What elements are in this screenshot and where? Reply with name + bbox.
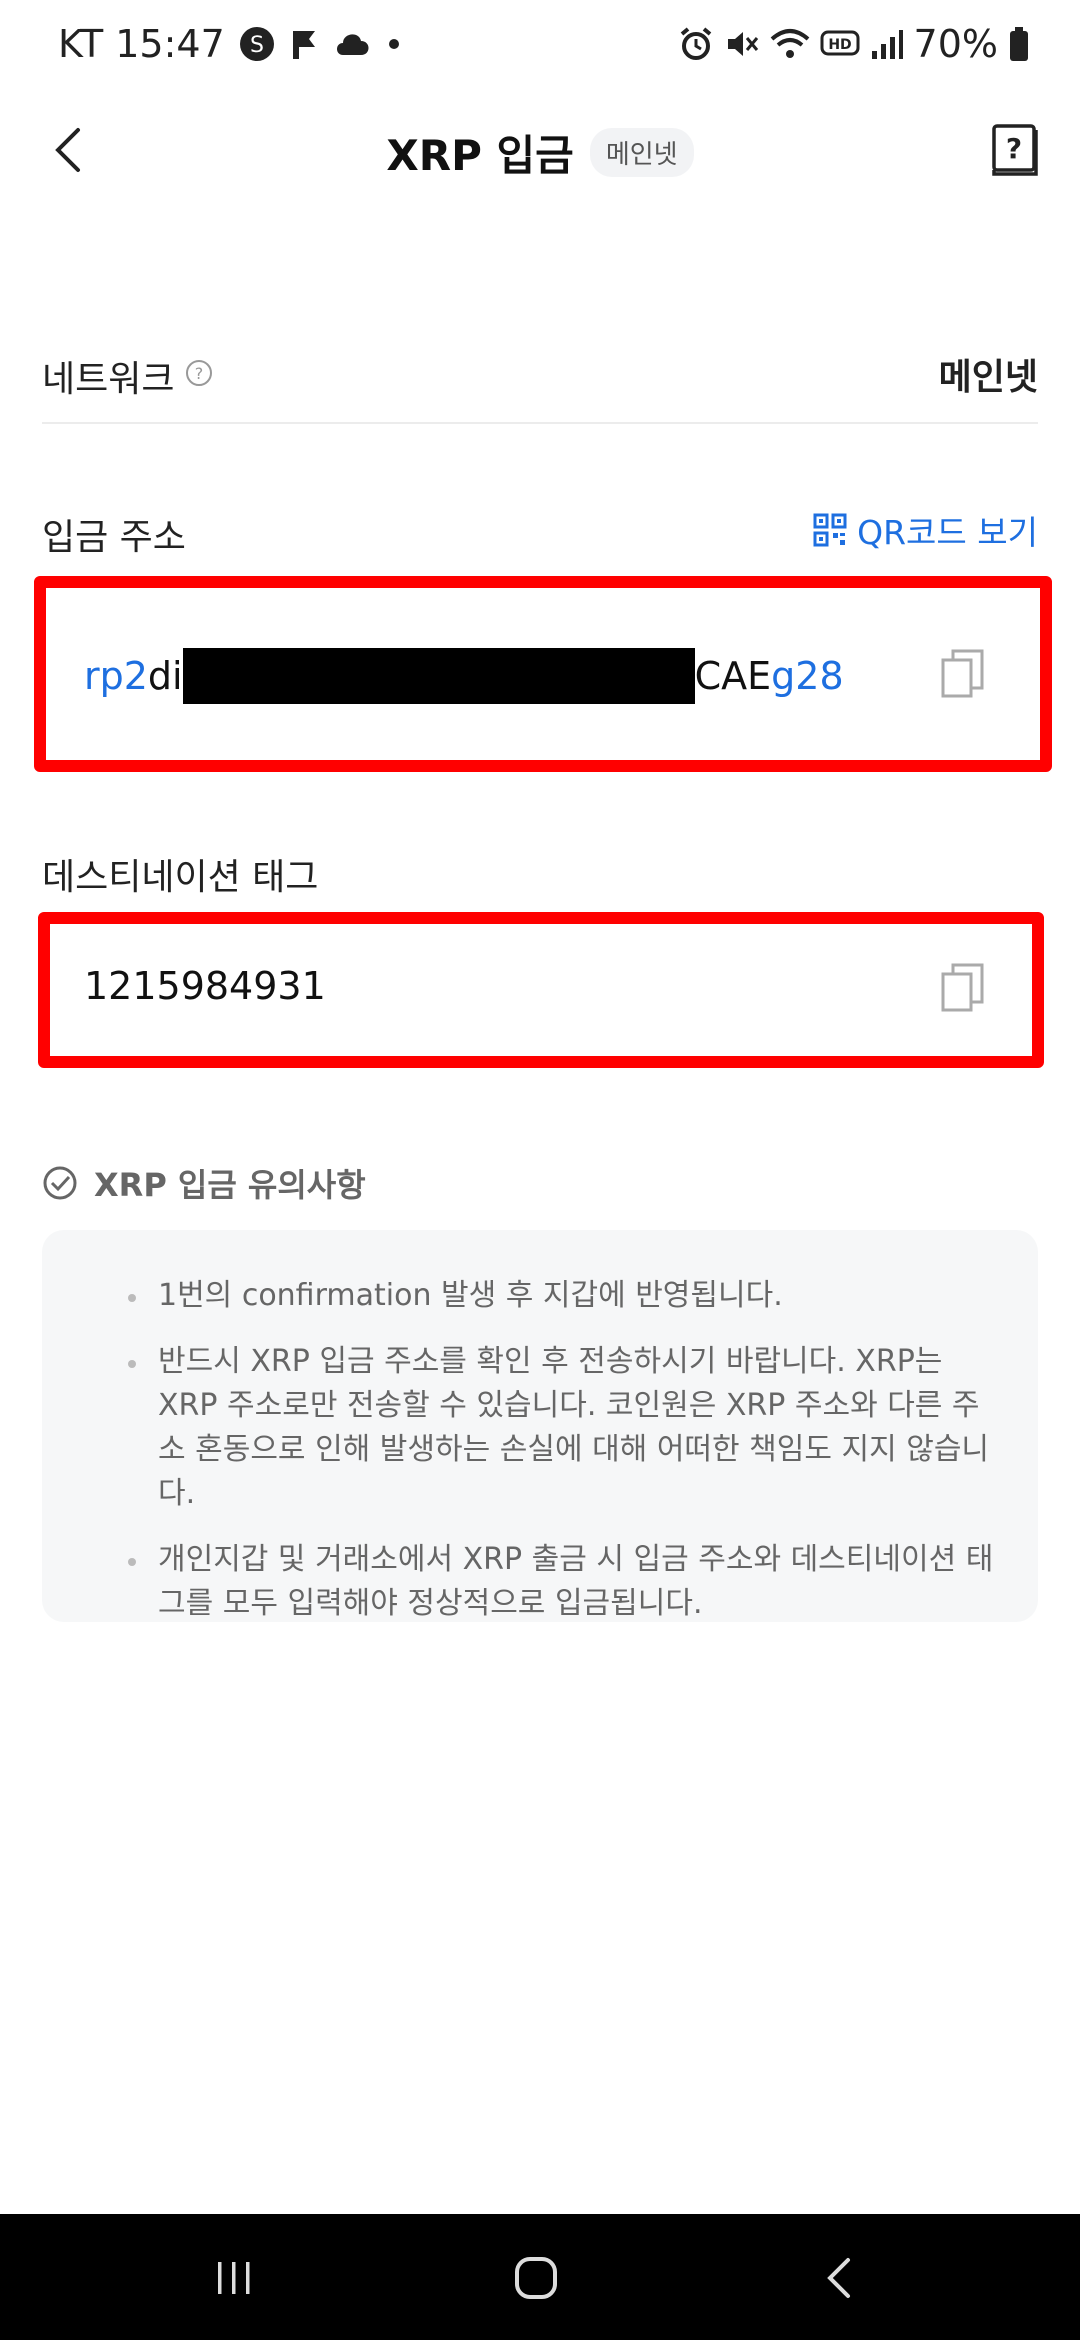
deposit-address-value[interactable]: rp2 di CAE g28 — [84, 648, 844, 704]
title-wrap: XRP 입금 메인넷 — [0, 122, 1080, 183]
deposit-address-label: 입금 주소 — [42, 517, 186, 558]
status-bar: KT 15:47 S HD 70% — [0, 0, 1080, 96]
notice-item: 1번의 confirmation 발생 후 지갑에 반영됩니다. — [86, 1274, 994, 1318]
wifi-icon — [770, 27, 810, 61]
app-header: XRP 입금 메인넷 ? — [0, 100, 1080, 200]
page-title: XRP 입금 — [386, 131, 574, 180]
alarm-icon — [678, 26, 714, 62]
signal-icon — [870, 27, 904, 61]
network-badge: 메인넷 — [589, 128, 694, 177]
help-guide-button[interactable]: ? — [990, 122, 1040, 178]
dot-icon — [387, 37, 401, 51]
home-icon — [515, 2257, 557, 2299]
chevron-left-icon — [827, 2258, 850, 2298]
system-nav-bar — [0, 2214, 1080, 2340]
svg-text:?: ? — [195, 364, 204, 383]
destination-tag-value[interactable]: 1215984931 — [84, 964, 326, 1008]
copy-tag-button[interactable] — [940, 962, 986, 1014]
address-redaction — [182, 648, 695, 704]
copy-icon — [941, 649, 984, 698]
notice-item: 반드시 XRP 입금 주소를 확인 후 전송하시기 바랍니다. XRP는 XRP… — [86, 1340, 994, 1516]
carrier-time: KT 15:47 — [58, 22, 225, 66]
qr-code-icon — [813, 513, 847, 547]
address-prefix-dark: di — [147, 654, 183, 698]
flag-icon — [289, 27, 319, 61]
copy-icon — [941, 963, 984, 1012]
address-suffix-blue: g28 — [771, 654, 844, 698]
address-prefix-blue: rp2 — [84, 654, 148, 698]
help-book-icon: ? — [992, 124, 1038, 176]
notice-item: 개인지갑 및 거래소에서 XRP 출금 시 입금 주소와 데스티네이션 태그를 … — [86, 1538, 994, 1626]
cloud-icon — [333, 27, 373, 61]
qr-link-label: QR코드 보기 — [857, 513, 1038, 552]
network-row: 네트워크 ? 메인넷 — [42, 340, 1038, 424]
battery-icon — [1008, 26, 1030, 62]
notice-title-wrap: XRP 입금 유의사항 — [42, 1160, 366, 1206]
status-right: HD 70% — [678, 22, 1030, 66]
copy-address-button[interactable] — [940, 648, 986, 700]
s-icon: S — [239, 26, 275, 62]
question-circle-icon[interactable]: ? — [184, 356, 214, 397]
home-button[interactable] — [506, 2248, 566, 2308]
notice-title: XRP 입금 유의사항 — [94, 1166, 366, 1204]
network-label-wrap: 네트워크 ? — [42, 350, 214, 402]
recent-apps-button[interactable] — [204, 2248, 264, 2308]
network-label: 네트워크 — [42, 359, 175, 400]
destination-tag-label: 데스티네이션 태그 — [42, 857, 319, 898]
svg-text:HD: HD — [828, 37, 851, 53]
status-left: KT 15:47 S — [58, 22, 401, 66]
network-value: 메인넷 — [938, 357, 1038, 398]
qr-code-view-link[interactable]: QR코드 보기 — [813, 506, 1038, 554]
check-circle-icon — [43, 1166, 77, 1200]
hd-icon: HD — [820, 28, 860, 60]
system-back-button[interactable] — [810, 2248, 870, 2308]
svg-text:?: ? — [1006, 132, 1022, 165]
recent-apps-icon — [218, 2262, 250, 2294]
notice-box: 1번의 confirmation 발생 후 지갑에 반영됩니다. 반드시 XRP… — [42, 1230, 1038, 1622]
mute-icon — [724, 26, 760, 62]
svg-text:S: S — [250, 33, 264, 58]
address-suffix-dark: CAE — [694, 654, 772, 698]
battery-percent: 70% — [913, 22, 998, 66]
